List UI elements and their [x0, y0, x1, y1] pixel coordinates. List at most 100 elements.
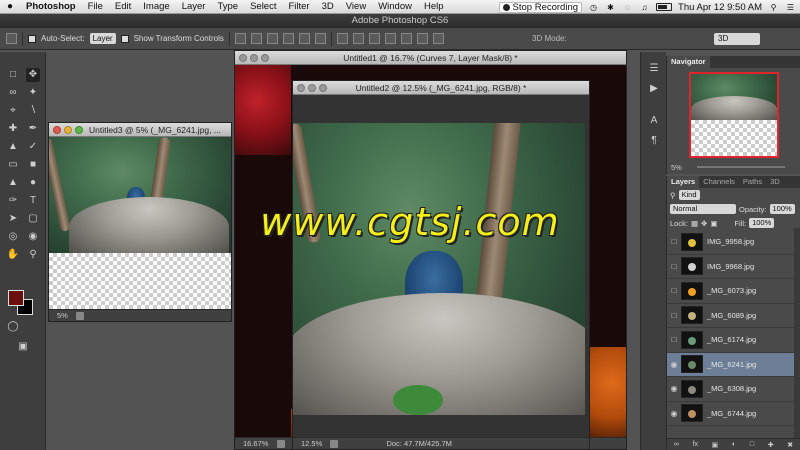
- foreground-color-swatch[interactable]: [8, 290, 24, 306]
- 3d-camera-tool-icon[interactable]: ◉: [26, 230, 40, 244]
- notification-icon[interactable]: ☰: [785, 3, 796, 12]
- lock-position-icon[interactable]: ✥: [701, 219, 707, 228]
- adjustment-layer-icon[interactable]: ◐: [732, 441, 736, 448]
- zoom-icon[interactable]: [75, 126, 83, 134]
- tab-layers[interactable]: Layers: [667, 176, 700, 188]
- document-window-untitled2[interactable]: Untitled2 @ 12.5% (_MG_6241.jpg, RGB/8) …: [292, 80, 590, 450]
- eye-icon[interactable]: ◉: [667, 360, 681, 369]
- eye-hidden-icon[interactable]: □: [667, 311, 681, 320]
- eyedropper-tool-icon[interactable]: ∖: [26, 104, 40, 118]
- bluetooth-icon[interactable]: ✱: [605, 3, 616, 12]
- auto-align-icon[interactable]: [432, 33, 444, 44]
- eye-hidden-icon[interactable]: □: [667, 237, 681, 246]
- distribute-bottom-icon[interactable]: [368, 33, 380, 44]
- eraser-tool-icon[interactable]: ▭: [6, 158, 20, 172]
- delete-layer-icon[interactable]: ✖: [787, 441, 793, 449]
- menu-photoshop[interactable]: Photoshop: [20, 1, 82, 12]
- volume-icon[interactable]: ♫: [639, 3, 650, 12]
- actions-panel-icon[interactable]: ▶: [647, 82, 661, 96]
- status-menu-icon[interactable]: [330, 440, 339, 449]
- clock[interactable]: Thu Apr 12 9:50 AM: [678, 2, 762, 13]
- distribute-vcenter-icon[interactable]: [352, 33, 364, 44]
- auto-select-checkbox[interactable]: [28, 34, 36, 43]
- document-window-untitled3[interactable]: Untitled3 @ 5% (_MG_6241.jpg, ... 5%: [48, 122, 232, 322]
- layer-row[interactable]: □ IMG_9958.jpg: [667, 230, 800, 255]
- tab-paths[interactable]: Paths: [739, 176, 766, 188]
- zoom-icon[interactable]: [261, 54, 269, 62]
- status-menu-icon[interactable]: [276, 440, 285, 449]
- document-title-bar[interactable]: Untitled3 @ 5% (_MG_6241.jpg, ...: [49, 123, 231, 137]
- hand-tool-icon[interactable]: ✋: [6, 248, 20, 262]
- eye-hidden-icon[interactable]: □: [667, 286, 681, 295]
- character-panel-icon[interactable]: A: [647, 114, 661, 128]
- align-left-icon[interactable]: [282, 33, 294, 44]
- layer-row[interactable]: ◉ _MG_6308.jpg: [667, 377, 800, 402]
- menu-image[interactable]: Image: [137, 1, 175, 12]
- distribute-top-icon[interactable]: [336, 33, 348, 44]
- move-tool-icon[interactable]: ✥: [26, 68, 40, 82]
- layers-scrollbar[interactable]: [794, 228, 800, 438]
- align-top-icon[interactable]: [234, 33, 246, 44]
- navigator-zoom[interactable]: 5%: [671, 163, 682, 172]
- layer-row[interactable]: □ IMG_9968.jpg: [667, 255, 800, 279]
- crop-tool-icon[interactable]: ⌖: [6, 104, 20, 118]
- menu-type[interactable]: Type: [211, 1, 244, 12]
- eye-hidden-icon[interactable]: □: [667, 262, 681, 271]
- zoom-tool-icon[interactable]: ⚲: [26, 248, 40, 262]
- filter-kind-dropdown[interactable]: Kind: [678, 190, 700, 200]
- close-icon[interactable]: [239, 54, 247, 62]
- align-vcenter-icon[interactable]: [250, 33, 262, 44]
- distribute-left-icon[interactable]: [384, 33, 396, 44]
- zoom-level[interactable]: 5%: [57, 311, 68, 320]
- tab-navigator[interactable]: Navigator: [667, 56, 710, 68]
- type-tool-icon[interactable]: T: [26, 194, 40, 208]
- distribute-hcenter-icon[interactable]: [400, 33, 412, 44]
- eye-icon[interactable]: ◉: [667, 384, 681, 393]
- 3d-tool-icon[interactable]: ◎: [6, 230, 20, 244]
- menu-layer[interactable]: Layer: [176, 1, 212, 12]
- new-layer-icon[interactable]: ✚: [768, 441, 774, 449]
- zoom-icon[interactable]: [319, 84, 327, 92]
- navigator-thumbnail[interactable]: [689, 72, 779, 158]
- new-group-icon[interactable]: □: [750, 441, 754, 448]
- workspace-dropdown[interactable]: 3D: [714, 33, 760, 45]
- add-mask-icon[interactable]: ▣: [712, 441, 719, 449]
- auto-select-target-dropdown[interactable]: Layer: [89, 33, 116, 44]
- eye-icon[interactable]: ◉: [667, 409, 681, 418]
- layer-row[interactable]: ◉ _MG_6241.jpg: [667, 352, 800, 377]
- align-bottom-icon[interactable]: [266, 33, 278, 44]
- healing-brush-tool-icon[interactable]: ✚: [6, 122, 20, 136]
- link-layers-icon[interactable]: ∞: [674, 441, 679, 448]
- paragraph-panel-icon[interactable]: ¶: [647, 134, 661, 148]
- layer-row[interactable]: ◉ _MG_6744.jpg: [667, 402, 800, 426]
- menu-window[interactable]: Window: [372, 1, 418, 12]
- quick-mask-icon[interactable]: ◯: [6, 320, 20, 334]
- align-right-icon[interactable]: [314, 33, 326, 44]
- tab-channels[interactable]: Channels: [699, 176, 739, 188]
- timemachine-icon[interactable]: ◷: [588, 3, 599, 12]
- document-title-bar[interactable]: Untitled2 @ 12.5% (_MG_6241.jpg, RGB/8) …: [293, 81, 589, 95]
- layer-row[interactable]: □ _MG_6089.jpg: [667, 304, 800, 328]
- history-panel-icon[interactable]: ☰: [647, 62, 661, 76]
- layer-row[interactable]: □ _MG_6073.jpg: [667, 279, 800, 304]
- apple-icon[interactable]: ●: [0, 1, 20, 12]
- menu-edit[interactable]: Edit: [109, 1, 137, 12]
- brush-tool-icon[interactable]: ✒: [26, 122, 40, 136]
- zoom-level[interactable]: 16.67%: [243, 439, 268, 448]
- quick-select-tool-icon[interactable]: ✦: [26, 86, 40, 100]
- fill-input[interactable]: 100%: [749, 218, 775, 228]
- menu-view[interactable]: View: [340, 1, 372, 12]
- zoom-level[interactable]: 12.5%: [301, 439, 322, 448]
- document-title-bar[interactable]: Untitled1 @ 16.7% (Curves 7, Layer Mask/…: [235, 51, 626, 65]
- minimize-icon[interactable]: [250, 54, 258, 62]
- lock-pixels-icon[interactable]: ▦: [691, 219, 698, 228]
- align-hcenter-icon[interactable]: [298, 33, 310, 44]
- history-brush-tool-icon[interactable]: ✓: [26, 140, 40, 154]
- status-menu-icon[interactable]: [75, 312, 84, 321]
- lasso-tool-icon[interactable]: ∞: [6, 86, 20, 100]
- menu-3d[interactable]: 3D: [316, 1, 340, 12]
- menu-help[interactable]: Help: [418, 1, 450, 12]
- blur-tool-icon[interactable]: ▲: [6, 176, 20, 190]
- spotlight-icon[interactable]: ⚲: [768, 3, 779, 12]
- battery-icon[interactable]: [656, 3, 673, 11]
